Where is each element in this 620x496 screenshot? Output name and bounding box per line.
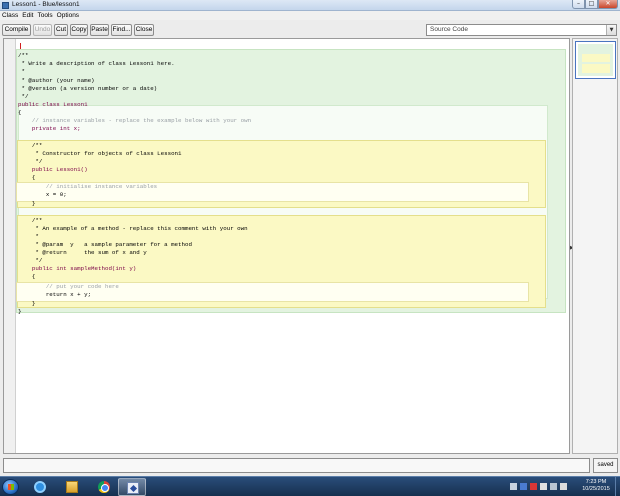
start-button[interactable] <box>2 479 19 495</box>
code-line[interactable]: } <box>18 200 36 208</box>
title-bar: Lesson1 - Blue/lesson1 – □ ✕ <box>0 0 620 11</box>
code-line[interactable]: x = 0; <box>18 191 67 199</box>
code-line[interactable]: * @version (a version number or a date) <box>18 85 157 93</box>
maximize-button[interactable]: □ <box>585 0 598 9</box>
code-line[interactable]: * <box>18 233 38 241</box>
view-selector-value: Source Code <box>430 26 468 33</box>
taskbar-clock[interactable]: 7:23 PM 10/25/2015 <box>576 479 616 493</box>
code-line[interactable]: * An example of a method - replace this … <box>18 225 247 233</box>
bluej-icon <box>127 482 139 494</box>
code-line[interactable]: /** <box>18 52 28 60</box>
taskbar-chrome[interactable] <box>90 478 118 496</box>
window-title: Lesson1 - Blue/lesson1 <box>12 1 80 8</box>
menu-options[interactable]: Options <box>55 11 81 19</box>
system-tray <box>510 482 580 492</box>
internet-explorer-icon <box>34 481 46 493</box>
message-area <box>3 458 590 473</box>
cut-button[interactable]: Cut <box>54 24 68 36</box>
code-line[interactable]: * @param y a sample parameter for a meth… <box>18 241 192 249</box>
code-line[interactable]: public int sampleMethod(int y) <box>18 265 136 273</box>
code-line[interactable]: { <box>18 273 36 281</box>
tray-flag-icon[interactable] <box>540 483 547 490</box>
code-line[interactable]: } <box>18 300 36 308</box>
folder-icon <box>66 481 78 493</box>
clock-time: 7:23 PM <box>585 479 607 485</box>
undo-button[interactable]: Undo <box>33 24 52 36</box>
tray-battery-icon[interactable] <box>550 483 557 490</box>
saved-status-label: saved <box>593 458 618 473</box>
chrome-icon <box>98 481 110 493</box>
menu-class[interactable]: Class <box>0 11 20 19</box>
taskbar-internet-explorer[interactable] <box>26 478 54 496</box>
navigation-view-thumbnail[interactable] <box>575 41 616 79</box>
line-gutter[interactable] <box>4 39 16 453</box>
chevron-down-icon: ▼ <box>606 25 616 35</box>
source-editor[interactable]: /** * Write a description of class Lesso… <box>3 38 570 454</box>
code-line[interactable]: /** <box>18 217 42 225</box>
code-line[interactable]: return x + y; <box>18 291 91 299</box>
close-window-button[interactable]: ✕ <box>598 0 618 9</box>
code-line[interactable]: * Write a description of class Lesson1 h… <box>18 60 174 68</box>
tray-volume-icon[interactable] <box>560 483 567 490</box>
code-line[interactable]: /** <box>18 142 42 150</box>
minimize-button[interactable]: – <box>572 0 585 9</box>
code-line[interactable]: * @return the sum of x and y <box>18 249 146 257</box>
code-line[interactable]: */ <box>18 93 28 101</box>
menu-bar: Class Edit Tools Options <box>0 11 620 20</box>
windows-logo-icon <box>8 484 14 490</box>
toolbar: Compile Undo Cut Copy Paste Find... Clos… <box>0 21 620 38</box>
tray-alert-icon[interactable] <box>530 483 537 490</box>
bluej-app-icon <box>2 2 9 9</box>
view-selector[interactable]: Source Code ▼ <box>426 24 617 36</box>
code-line[interactable]: * @author (your name) <box>18 77 94 85</box>
tray-network-icon[interactable] <box>520 483 527 490</box>
navigation-view[interactable] <box>572 38 618 454</box>
close-button[interactable]: Close <box>134 24 154 36</box>
code-line[interactable]: } <box>18 308 21 316</box>
code-line[interactable]: */ <box>18 257 42 265</box>
find-button[interactable]: Find... <box>111 24 132 36</box>
compile-button[interactable]: Compile <box>2 24 31 36</box>
code-line[interactable]: public class Lesson1 <box>18 101 88 109</box>
tray-arrow-icon[interactable] <box>510 483 517 490</box>
copy-button[interactable]: Copy <box>70 24 88 36</box>
taskbar: 7:23 PM 10/25/2015 <box>0 476 620 496</box>
taskbar-bluej[interactable] <box>118 478 146 496</box>
menu-edit[interactable]: Edit <box>20 11 35 19</box>
code-line[interactable]: { <box>18 109 21 117</box>
clock-date: 10/25/2015 <box>582 486 610 492</box>
taskbar-file-explorer[interactable] <box>58 478 86 496</box>
code-line[interactable]: * Constructor for objects of class Lesso… <box>18 150 181 158</box>
code-line[interactable]: { <box>18 174 36 182</box>
paste-button[interactable]: Paste <box>90 24 109 36</box>
show-desktop-button[interactable] <box>615 477 620 496</box>
code-line[interactable]: private int x; <box>18 125 81 133</box>
code-line[interactable]: // initialise instance variables <box>18 183 157 191</box>
code-line[interactable]: // put your code here <box>18 283 119 291</box>
code-line[interactable]: * <box>18 68 25 76</box>
code-line[interactable]: */ <box>18 158 42 166</box>
menu-tools[interactable]: Tools <box>35 11 54 19</box>
code-line[interactable]: // instance variables - replace the exam… <box>18 117 251 125</box>
code-line[interactable]: public Lesson1() <box>18 166 88 174</box>
